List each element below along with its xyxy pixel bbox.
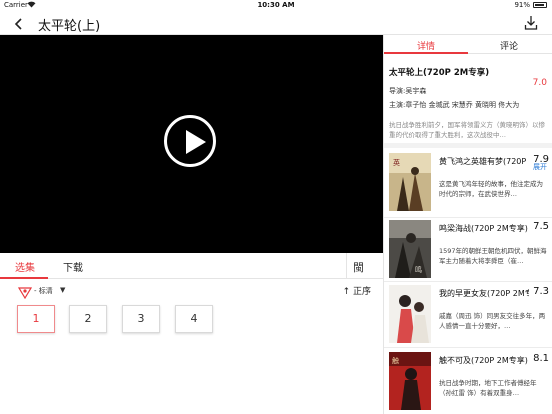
synopsis: 抗日战争胜利前夕，国军将领雷义方（黄晓明饰）以惨重的代价取得了重大胜利，这次战役…: [389, 121, 545, 139]
recommendation-item[interactable]: 触 触不可及(720P 2M专享) 8.1 抗日战争时期，地下工作者傅经年（孙红…: [387, 352, 551, 410]
divider: [346, 253, 347, 279]
recommendation-item[interactable]: 我的早更女友(720P 2M专 7.3 戚嘉（周迅 饰）同男友交往多年，两人感情…: [387, 285, 551, 343]
movie-detail: 太平轮上(720P 2M专享) 7.0 导演:吴宇森 主演:章子怡 金城武 宋慧…: [389, 66, 547, 171]
divider: [384, 217, 552, 218]
poster-image: 英: [389, 153, 431, 211]
quality-row: - 标清 ▼ ↑ 正序: [0, 284, 383, 300]
quality-label[interactable]: - 标清: [34, 286, 53, 296]
recommendation-score: 7.3: [533, 286, 549, 297]
svg-text:英: 英: [393, 158, 400, 167]
tab-episodes[interactable]: 选集: [15, 259, 35, 274]
poster-image: 鸣: [389, 220, 431, 278]
play-icon[interactable]: [164, 115, 216, 167]
divider: [384, 347, 552, 348]
recommendation-description: 1597年的朝鲜王朝危机四伏，朝鲜海军主力随着大将李舜臣（崔…: [439, 247, 547, 265]
back-chevron-icon[interactable]: [12, 16, 26, 30]
cast: 主演:章子怡 金城武 宋慧乔 黄晓明 佟大为: [389, 101, 520, 109]
poster-image: [389, 285, 431, 343]
active-tab-indicator: [384, 52, 468, 54]
tab-comments[interactable]: 评论: [500, 39, 518, 52]
download-icon[interactable]: [524, 15, 538, 31]
episode-button-3[interactable]: 3: [122, 305, 160, 333]
nav-bar: 太平轮(上): [0, 11, 552, 35]
divider: [384, 143, 552, 148]
recommendation-title: 触不可及(720P 2M专享): [439, 356, 528, 365]
sort-order-button[interactable]: ↑ 正序: [343, 284, 371, 297]
director: 导演:吴宇森: [389, 87, 427, 95]
details-panel: 详情 评论 太平轮上(720P 2M专享) 7.0 导演:吴宇森 主演:章子怡 …: [383, 35, 552, 414]
recommendation-item[interactable]: 英 黄飞鸿之英雄有梦(720P 7.9 这是黄飞鸿年轻的故事，他注定成为时代的宗…: [387, 153, 551, 211]
recommendation-description: 抗日战争时期，地下工作者傅经年（孙红雷 饰）有着双重身…: [439, 379, 537, 397]
page-title: 太平轮(上): [38, 19, 101, 34]
recommendation-score: 7.5: [533, 221, 549, 232]
svg-text:触: 触: [392, 356, 399, 365]
divider: [384, 281, 552, 282]
quality-icon[interactable]: [17, 284, 33, 300]
clock: 10:30 AM: [257, 1, 295, 9]
status-bar: Carrier 10:30 AM 91%: [0, 0, 552, 11]
episode-button-4[interactable]: 4: [175, 305, 213, 333]
episode-list-toggle-icon[interactable]: 閩: [353, 259, 364, 275]
episode-button-2[interactable]: 2: [69, 305, 107, 333]
battery-icon: [533, 2, 547, 8]
recommendation-title: 黄飞鸿之英雄有梦(720P: [439, 157, 527, 166]
poster-image: 触: [389, 352, 431, 410]
recommendation-score: 8.1: [533, 353, 549, 364]
chevron-down-icon[interactable]: ▼: [60, 286, 65, 294]
active-tab-indicator: [0, 277, 48, 279]
tab-download[interactable]: 下载: [63, 259, 83, 274]
battery-percent: 91%: [514, 1, 530, 9]
recommendation-description: 戚嘉（周迅 饰）同男友交往多年，两人感情一直十分要好，…: [439, 312, 546, 330]
movie-title: 太平轮上(720P 2M专享): [389, 68, 490, 78]
video-player[interactable]: [0, 35, 383, 253]
tab-details[interactable]: 详情: [417, 39, 435, 52]
episode-tab-bar: 选集 下载 閩: [0, 253, 383, 279]
recommendation-item[interactable]: 鸣 鸣梁海战(720P 2M专享) 7.5 1597年的朝鲜王朝危机四伏，朝鲜海…: [387, 220, 551, 278]
recommendation-score: 7.9: [533, 154, 549, 165]
recommendation-title: 我的早更女友(720P 2M专: [439, 289, 529, 298]
movie-score: 7.0: [532, 78, 547, 88]
episode-button-1[interactable]: 1: [17, 305, 55, 333]
recommendation-title: 鸣梁海战(720P 2M专享): [439, 224, 528, 233]
details-tab-bar: 详情 评论: [384, 35, 552, 54]
recommendation-description: 这是黄飞鸿年轻的故事，他注定成为时代的宗师，在武侠世界…: [439, 180, 543, 198]
svg-text:鸣: 鸣: [415, 265, 422, 274]
